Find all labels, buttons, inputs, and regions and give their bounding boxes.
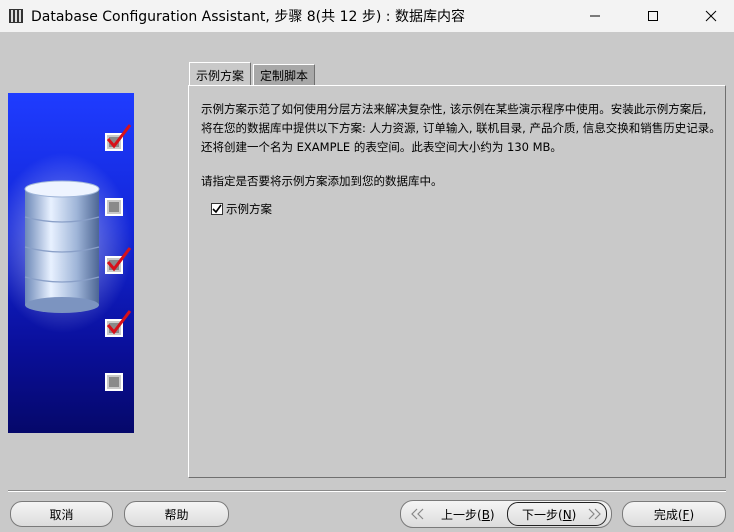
minimize-button[interactable] (572, 0, 618, 32)
checkmark-icon (212, 204, 222, 214)
close-button[interactable] (688, 0, 734, 32)
maximize-icon (648, 11, 658, 21)
description-text: 示例方案示范了如何使用分层方法来解决复杂性, 该示例在某些演示程序中使用。安装此… (201, 102, 721, 154)
tab-custom-scripts[interactable]: 定制脚本 (253, 64, 316, 86)
tab-bar: 示例方案 定制脚本 (189, 62, 317, 87)
database-icon (24, 180, 100, 313)
tab-content-panel: 示例方案示范了如何使用分层方法来解决复杂性, 该示例在某些演示程序中使用。安装此… (188, 85, 726, 478)
back-label: 上一步(B) (441, 507, 495, 522)
tab-sample-schemas[interactable]: 示例方案 (189, 62, 252, 87)
step-checked-icon (105, 124, 132, 151)
window-title: Database Configuration Assistant, 步骤 8(共… (31, 9, 465, 25)
finish-label: 完成(F) (653, 507, 695, 522)
wizard-side-image (8, 93, 134, 433)
step-unchecked-icon (105, 373, 123, 391)
sample-schemas-checkbox-row[interactable]: 示例方案 (211, 201, 272, 217)
cancel-label: 取消 (49, 507, 74, 522)
next-label: 下一步(N) (522, 507, 577, 522)
next-button[interactable]: 下一步(N) (507, 502, 607, 526)
footer-separator (8, 490, 726, 492)
double-chevron-left-icon (411, 508, 424, 520)
minimize-icon (590, 15, 600, 17)
maximize-button[interactable] (630, 0, 676, 32)
help-button[interactable]: 帮助 (124, 501, 229, 527)
navigation-button-group: 上一步(B) 下一步(N) (400, 500, 612, 528)
finish-button[interactable]: 完成(F) (622, 501, 726, 527)
tab-label: 定制脚本 (260, 69, 309, 83)
close-icon (705, 10, 717, 22)
title-bar: Database Configuration Assistant, 步骤 8(共… (0, 0, 734, 32)
back-button[interactable]: 上一步(B) (407, 502, 503, 526)
step-unchecked-icon (105, 198, 123, 216)
checkbox-label: 示例方案 (226, 202, 272, 216)
app-icon (7, 7, 25, 25)
double-chevron-right-icon (588, 508, 602, 520)
prompt-text: 请指定是否要将示例方案添加到您的数据库中。 (201, 174, 443, 188)
tab-label: 示例方案 (196, 68, 245, 83)
help-label: 帮助 (164, 507, 189, 522)
step-checked-icon (105, 310, 132, 337)
cancel-button[interactable]: 取消 (10, 501, 113, 527)
sample-schemas-checkbox[interactable] (211, 203, 223, 215)
